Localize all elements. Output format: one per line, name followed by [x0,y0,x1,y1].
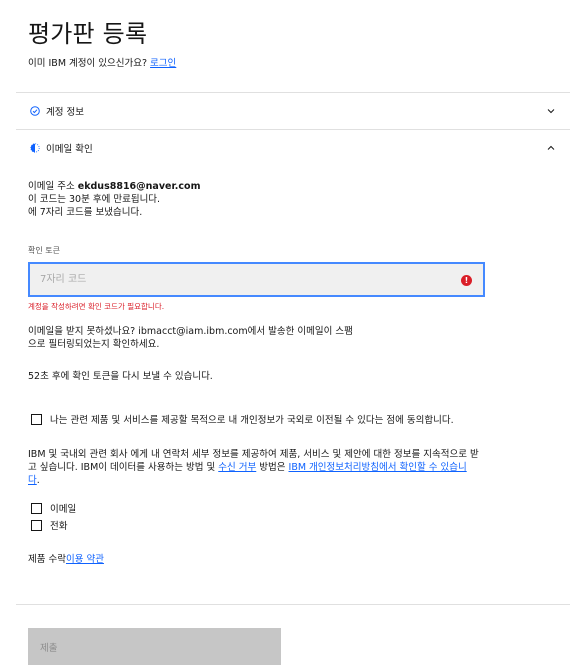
phone-option-label: 전화 [50,521,68,532]
spam-help-line1: 이메일을 받지 못하셨나요? ibmacct@iam.ibm.com에서 발송한… [28,326,353,337]
email-address: ekdus8816@naver.com [77,181,201,192]
email-line: 이메일 주소 ekdus8816@naver.com [28,180,200,193]
token-input-wrapper: ! [28,262,485,297]
optout-link[interactable]: 수신 거부 [218,462,256,473]
marketing-line3-suffix: . [36,475,40,486]
marketing-line2-mid: 방법은 [256,462,289,473]
expiry-line: 이 코드는 30분 후에 만료됩니다. [28,194,161,205]
token-input[interactable] [30,264,483,295]
marketing-line1: IBM 및 국내외 관련 회사 에게 내 연락처 세부 정보를 제공하여 제품,… [28,449,479,460]
accordion-email-verify[interactable]: 이메일 확인 [16,130,570,166]
chevron-up-icon[interactable] [546,143,556,153]
accordion-account-info[interactable]: 계정 정보 [16,93,570,129]
transfer-consent-label: 나는 관련 제품 및 서비스를 제공할 목적으로 내 개인정보가 국외로 이전될… [50,415,454,426]
transfer-consent-checkbox[interactable] [31,414,42,425]
token-error: 계정을 작성하려면 확인 코드가 필요합니다. [28,302,165,311]
email-option-label: 이메일 [50,504,77,515]
login-prompt: 이미 IBM 계정이 있으신가요? 로그인 [28,55,176,69]
marketing-line3: 다. [28,474,479,487]
submit-button[interactable]: 제출 [28,628,281,665]
phone-option-checkbox[interactable] [31,520,42,531]
resend-countdown: 52초 후에 확인 토큰을 다시 보낼 수 있습니다. [28,371,213,382]
marketing-line2: 고 싶습니다. IBM이 데이터를 사용하는 방법 및 수신 거부 방법은 IB… [28,461,479,474]
token-label: 확인 토큰 [28,246,60,255]
page-title: 평가판 등록 [28,20,148,48]
code-sent-line: 에 7자리 코드를 보냈습니다. [28,207,143,218]
divider [16,604,570,605]
privacy-policy-link[interactable]: IBM 개인정보처리방침에서 확인할 수 있습니 [289,462,467,473]
checkmark-outline-icon [30,106,40,116]
email-sent-info: 이메일 주소 ekdus8816@naver.com 이 코드는 30분 후에 … [28,180,200,219]
spam-help: 이메일을 받지 못하셨나요? ibmacct@iam.ibm.com에서 발송한… [28,325,353,351]
marketing-line2-prefix: 고 싶습니다. IBM이 데이터를 사용하는 방법 및 [28,462,219,473]
warning-icon: ! [461,275,472,286]
email-line-prefix: 이메일 주소 [28,181,78,192]
terms-link[interactable]: 이용 약관 [66,554,104,565]
login-prompt-text: 이미 IBM 계정이 있으신가요? [28,58,151,69]
email-option-checkbox[interactable] [31,503,42,514]
spam-help-line2: 으로 필터링되었는지 확인하세요. [28,339,160,350]
login-link[interactable]: 로그인 [150,58,176,69]
marketing-consent-text: IBM 및 국내외 관련 회사 에게 내 연락처 세부 정보를 제공하여 제품,… [28,448,479,487]
privacy-policy-link-cont[interactable]: 다 [28,475,37,486]
accordion-email-verify-label: 이메일 확인 [46,144,93,155]
accordion-account-info-label: 계정 정보 [46,107,84,118]
half-circle-progress-icon [30,143,40,153]
chevron-down-icon[interactable] [546,106,556,116]
terms-text: 제품 수락이용 약관 [28,553,104,566]
terms-prefix: 제품 수락 [28,554,66,565]
